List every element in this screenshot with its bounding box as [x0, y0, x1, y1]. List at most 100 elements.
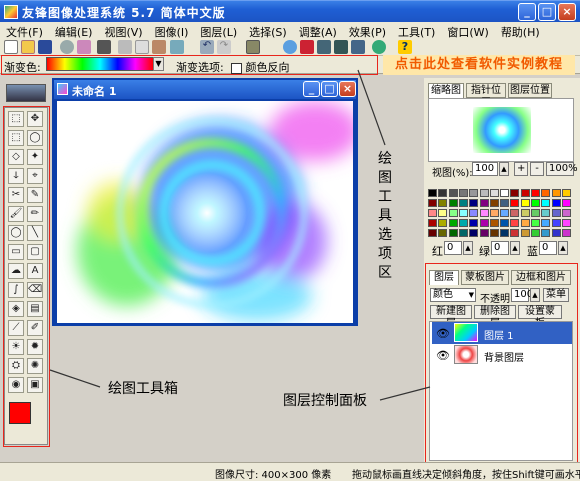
globe-icon[interactable] — [283, 40, 297, 54]
palette-swatch[interactable] — [438, 209, 448, 217]
palette-swatch[interactable] — [458, 209, 468, 217]
menu-file[interactable]: 文件(F) — [0, 22, 49, 40]
palette-swatch[interactable] — [510, 189, 520, 197]
cut-icon[interactable] — [118, 40, 132, 54]
tab-layer-position[interactable]: 图层位置 — [508, 83, 552, 98]
palette-swatch[interactable] — [500, 209, 510, 217]
palette-swatch[interactable] — [531, 199, 540, 207]
layer-item-1[interactable]: 👁 图层 1 — [432, 322, 572, 344]
palette-swatch[interactable] — [541, 199, 551, 207]
red-input[interactable]: 0 — [444, 241, 462, 255]
layer-item-background[interactable]: 👁 背景图层 — [432, 344, 572, 366]
palette-swatch[interactable] — [448, 199, 458, 207]
copy-icon[interactable] — [135, 40, 149, 54]
palette-swatch[interactable] — [551, 209, 561, 217]
monitor-icon[interactable] — [317, 40, 331, 54]
palette-swatch[interactable] — [489, 209, 499, 217]
palette-swatch[interactable] — [510, 209, 520, 217]
palette-swatch[interactable] — [500, 219, 510, 227]
film-icon[interactable] — [334, 40, 348, 54]
palette-swatch[interactable] — [510, 219, 520, 227]
menu-effects[interactable]: 效果(P) — [343, 22, 392, 40]
menu-layer[interactable]: 图层(L) — [194, 22, 243, 40]
palette-swatch[interactable] — [531, 219, 540, 227]
palette-swatch[interactable] — [458, 199, 468, 207]
palette-swatch[interactable] — [489, 189, 499, 197]
palette-swatch[interactable] — [438, 189, 448, 197]
palette-swatch[interactable] — [479, 189, 489, 197]
palette-swatch[interactable] — [448, 229, 458, 237]
palette-swatch[interactable] — [458, 229, 468, 237]
scan-icon[interactable] — [60, 40, 74, 54]
new-file-icon[interactable] — [4, 40, 18, 54]
palette-swatch[interactable] — [479, 219, 489, 227]
palette-swatch[interactable] — [520, 209, 530, 217]
tab-border-image[interactable]: 边框和图片 — [511, 270, 571, 285]
save-icon[interactable] — [38, 40, 52, 54]
menu-window[interactable]: 窗口(W) — [441, 22, 494, 40]
eye-icon[interactable]: 👁 — [436, 349, 450, 362]
blue-input[interactable]: 0 — [539, 241, 557, 255]
palette-swatch[interactable] — [469, 219, 479, 227]
palette-swatch[interactable] — [531, 209, 540, 217]
palette-swatch[interactable] — [551, 229, 561, 237]
palette-swatch[interactable] — [520, 229, 530, 237]
menu-image[interactable]: 图像(I) — [149, 22, 195, 40]
palette-swatch[interactable] — [438, 199, 448, 207]
palette-swatch[interactable] — [541, 189, 551, 197]
palette-swatch[interactable] — [561, 209, 571, 217]
palette-swatch[interactable] — [458, 219, 468, 227]
palette-swatch[interactable] — [500, 199, 510, 207]
palette-swatch[interactable] — [438, 219, 448, 227]
palette-swatch[interactable] — [489, 229, 499, 237]
palette-swatch[interactable] — [428, 219, 437, 227]
palette-swatch[interactable] — [479, 209, 489, 217]
gallery-icon[interactable] — [351, 40, 365, 54]
palette-swatch[interactable] — [551, 189, 561, 197]
palette-swatch[interactable] — [469, 229, 479, 237]
palette-swatch[interactable] — [561, 199, 571, 207]
eye-icon[interactable]: 👁 — [436, 327, 450, 340]
set-mask-button[interactable]: 设置蒙板 — [518, 305, 562, 329]
zoom-in-button[interactable]: + — [514, 162, 528, 176]
web-icon[interactable] — [372, 40, 386, 54]
palette-swatch[interactable] — [561, 219, 571, 227]
palette-swatch[interactable] — [500, 229, 510, 237]
zoom-input[interactable]: 100 — [472, 162, 498, 176]
color-palette[interactable] — [428, 189, 576, 239]
palette-swatch[interactable] — [428, 199, 437, 207]
delete-layer-button[interactable]: 删除图层 — [474, 305, 516, 329]
palette-swatch[interactable] — [489, 219, 499, 227]
help-icon[interactable]: ? — [398, 40, 412, 54]
doc-maximize-button[interactable]: □ — [321, 81, 338, 97]
red-spinner[interactable]: ▲ — [463, 241, 473, 255]
image-canvas[interactable] — [57, 101, 353, 323]
palette-swatch[interactable] — [458, 189, 468, 197]
zoom-fit-button[interactable]: 100% — [546, 162, 578, 176]
palette-swatch[interactable] — [510, 199, 520, 207]
blue-spinner[interactable]: ▲ — [558, 241, 568, 255]
undo-icon[interactable]: ↶ — [200, 40, 214, 54]
palette-swatch[interactable] — [438, 229, 448, 237]
tab-pointer-position[interactable]: 指针位置 — [466, 83, 506, 109]
layer-menu-button[interactable]: 菜单 — [543, 288, 569, 302]
palette-swatch[interactable] — [551, 199, 561, 207]
tab-layers[interactable]: 图层 — [429, 270, 459, 285]
palette-swatch[interactable] — [541, 229, 551, 237]
palette-swatch[interactable] — [448, 209, 458, 217]
print-icon[interactable] — [97, 40, 111, 54]
palette-swatch[interactable] — [561, 189, 571, 197]
palette-swatch[interactable] — [448, 219, 458, 227]
blend-mode-select[interactable]: 颜色 ▼ — [430, 288, 476, 302]
menu-select[interactable]: 选择(S) — [243, 22, 293, 40]
palette-swatch[interactable] — [479, 199, 489, 207]
palette-swatch[interactable] — [428, 209, 437, 217]
palette-swatch[interactable] — [428, 189, 437, 197]
palette-swatch[interactable] — [469, 189, 479, 197]
clipboard-icon[interactable] — [170, 40, 184, 54]
filter-icon[interactable] — [300, 40, 314, 54]
minimize-button[interactable]: _ — [518, 3, 536, 21]
green-input[interactable]: 0 — [491, 241, 509, 255]
menu-adjust[interactable]: 调整(A) — [293, 22, 343, 40]
palette-swatch[interactable] — [469, 199, 479, 207]
